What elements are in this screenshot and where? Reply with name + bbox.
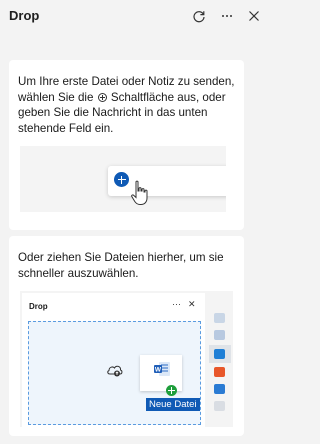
- drop-icon: [214, 349, 225, 359]
- send-instructions-text: Um Ihre erste Datei oder Notiz zu senden…: [18, 74, 244, 136]
- plus-circle-icon: [97, 92, 107, 102]
- send-illustration: [20, 146, 226, 212]
- mini-close-icon: ✕: [188, 299, 196, 309]
- mini-drop-window: Drop ··· ✕ W Neue Datei: [22, 293, 205, 427]
- header: Drop: [0, 0, 268, 32]
- mini-sidebar: [209, 293, 231, 427]
- plus-circle-icon: [166, 385, 177, 396]
- mini-more-icon: ···: [172, 299, 181, 309]
- file-thumbnail: W: [140, 355, 182, 391]
- sidebar-app-icon: [214, 313, 225, 323]
- plus-circle-icon: [114, 172, 129, 187]
- word-document-icon: W: [154, 362, 170, 376]
- office-icon: [214, 367, 225, 377]
- file-drag-label: Neue Datei: [146, 398, 200, 411]
- app-title: Drop: [9, 8, 40, 23]
- drag-drop-illustration: Drop ··· ✕ W Neue Datei: [20, 291, 233, 427]
- cloud-upload-icon: [107, 365, 123, 377]
- more-icon: [222, 15, 232, 17]
- drag-drop-text: Oder ziehen Sie Dateien hierher, um sie …: [18, 251, 224, 280]
- more-button[interactable]: [217, 6, 237, 26]
- close-icon: [249, 11, 259, 21]
- refresh-button[interactable]: [189, 6, 209, 26]
- svg-text:W: W: [155, 367, 162, 374]
- add-icon: [214, 401, 225, 411]
- mini-window-title: Drop: [29, 302, 48, 311]
- refresh-icon: [193, 11, 205, 23]
- close-button[interactable]: [244, 6, 264, 26]
- hand-pointer-icon: [131, 180, 148, 205]
- sidebar-app-icon: [214, 330, 225, 340]
- outlook-icon: [214, 384, 225, 394]
